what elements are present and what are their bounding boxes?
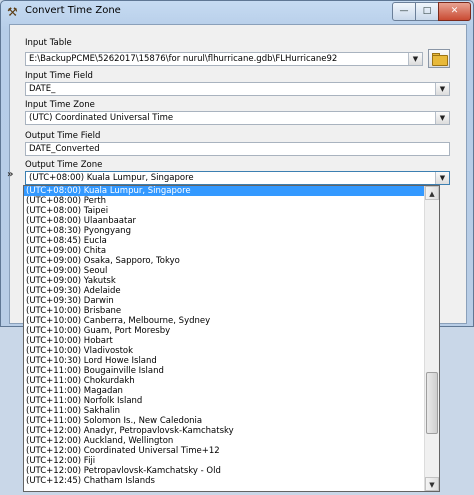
dropdown-item[interactable]: (UTC+08:45) Eucla <box>24 236 425 246</box>
dropdown-item[interactable]: (UTC+12:00) Petropavlovsk-Kamchatsky - O… <box>24 466 425 476</box>
input-time-field-label: Input Time Field <box>25 71 93 81</box>
dropdown-item[interactable]: (UTC+08:00) Taipei <box>24 206 425 216</box>
dropdown-item[interactable]: (UTC+11:00) Solomon Is., New Caledonia <box>24 416 425 426</box>
dropdown-item[interactable]: (UTC+09:00) Yakutsk <box>24 276 425 286</box>
dropdown-item[interactable]: (UTC+11:00) Bougainville Island <box>24 366 425 376</box>
output-time-field-value: DATE_Converted <box>29 144 100 154</box>
chevron-down-icon[interactable]: ▼ <box>408 53 422 65</box>
dropdown-item[interactable]: (UTC+09:00) Seoul <box>24 266 425 276</box>
dropdown-item[interactable]: (UTC+10:00) Vladivostok <box>24 346 425 356</box>
dropdown-item[interactable]: (UTC+11:00) Chokurdakh <box>24 376 425 386</box>
input-table-combo[interactable]: E:\BackupPCME\5262017\15876\for nurul\fl… <box>25 52 423 66</box>
output-time-field-input[interactable]: DATE_Converted <box>25 142 450 156</box>
chevron-down-icon[interactable]: ▼ <box>435 112 449 124</box>
input-table-value: E:\BackupPCME\5262017\15876\for nurul\fl… <box>29 54 338 64</box>
dropdown-item[interactable]: (UTC+11:00) Sakhalin <box>24 406 425 416</box>
dropdown-item[interactable]: (UTC+11:00) Magadan <box>24 386 425 396</box>
folder-open-icon <box>432 55 448 66</box>
input-table-label: Input Table <box>25 38 72 48</box>
dropdown-items: (UTC+08:00) Kuala Lumpur, Singapore (UTC+… <box>24 186 425 486</box>
chevron-down-icon[interactable]: ▼ <box>435 83 449 95</box>
dropdown-item[interactable]: (UTC+09:00) Osaka, Sapporo, Tokyo <box>24 256 425 266</box>
close-button[interactable]: ✕ <box>438 2 471 21</box>
dropdown-item[interactable]: (UTC+10:00) Brisbane <box>24 306 425 316</box>
double-chevron-icon[interactable]: » <box>7 169 13 180</box>
title-bar[interactable]: ⚒ Convert Time Zone — □ ✕ <box>1 1 473 23</box>
input-time-zone-combo[interactable]: (UTC) Coordinated Universal Time ▼ <box>25 111 450 125</box>
dropdown-item[interactable]: (UTC+09:30) Adelaide <box>24 286 425 296</box>
dropdown-item[interactable]: (UTC+09:30) Darwin <box>24 296 425 306</box>
window-title: Convert Time Zone <box>25 5 121 16</box>
scrollbar-thumb[interactable] <box>426 372 438 434</box>
browse-folder-button[interactable] <box>428 49 450 68</box>
output-time-field-label: Output Time Field <box>25 131 101 141</box>
input-time-zone-value: (UTC) Coordinated Universal Time <box>29 113 174 123</box>
dropdown-item[interactable]: (UTC+12:00) Fiji <box>24 456 425 466</box>
dropdown-item[interactable]: (UTC+12:00) Coordinated Universal Time+1… <box>24 446 425 456</box>
output-time-zone-value: (UTC+08:00) Kuala Lumpur, Singapore <box>29 173 194 183</box>
dropdown-item[interactable]: (UTC+08:00) Ulaanbaatar <box>24 216 425 226</box>
dropdown-item[interactable]: (UTC+10:00) Canberra, Melbourne, Sydney <box>24 316 425 326</box>
dropdown-item[interactable]: (UTC+11:00) Norfolk Island <box>24 396 425 406</box>
dropdown-item[interactable]: (UTC+08:00) Kuala Lumpur, Singapore <box>24 186 425 196</box>
dropdown-item[interactable]: (UTC+10:00) Hobart <box>24 336 425 346</box>
input-time-field-combo[interactable]: DATE_ ▼ <box>25 82 450 96</box>
scroll-up-icon[interactable]: ▲ <box>425 186 439 200</box>
time-zone-dropdown-list[interactable]: (UTC+08:00) Kuala Lumpur, Singapore (UTC+… <box>23 185 440 492</box>
output-time-zone-label: Output Time Zone <box>25 160 103 170</box>
input-time-zone-label: Input Time Zone <box>25 100 95 110</box>
hammer-icon: ⚒ <box>7 5 18 19</box>
dropdown-item[interactable]: (UTC+09:00) Chita <box>24 246 425 256</box>
dropdown-item[interactable]: (UTC+08:30) Pyongyang <box>24 226 425 236</box>
chevron-down-icon[interactable]: ▼ <box>435 172 449 184</box>
minimize-button[interactable]: — <box>392 2 416 21</box>
dropdown-item[interactable]: (UTC+12:00) Anadyr, Petropavlovsk-Kamcha… <box>24 426 425 436</box>
dropdown-item[interactable]: (UTC+08:00) Perth <box>24 196 425 206</box>
output-time-zone-combo[interactable]: (UTC+08:00) Kuala Lumpur, Singapore ▼ <box>25 171 450 185</box>
dropdown-item[interactable]: (UTC+10:30) Lord Howe Island <box>24 356 425 366</box>
dropdown-item[interactable]: (UTC+10:00) Guam, Port Moresby <box>24 326 425 336</box>
dropdown-item[interactable]: (UTC+12:00) Auckland, Wellington <box>24 436 425 446</box>
dropdown-scrollbar[interactable]: ▲ ▼ <box>424 186 439 491</box>
maximize-button[interactable]: □ <box>415 2 439 21</box>
dropdown-item[interactable]: (UTC+12:45) Chatham Islands <box>24 476 425 486</box>
input-time-field-value: DATE_ <box>29 84 56 94</box>
scroll-down-icon[interactable]: ▼ <box>425 477 439 491</box>
